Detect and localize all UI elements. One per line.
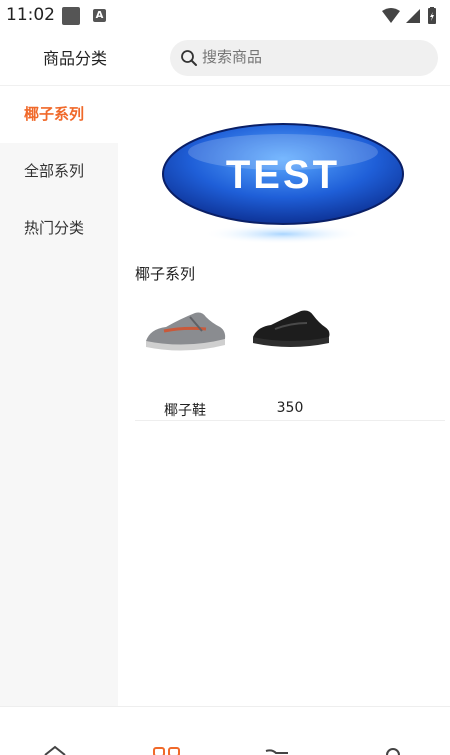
- sidebar-item-coconut-series[interactable]: 椰子系列: [0, 86, 118, 143]
- category-content: TEST 椰子系列 椰子鞋 350: [118, 86, 450, 706]
- category-sidebar: 椰子系列 全部系列 热门分类: [0, 86, 118, 706]
- product-name: 350: [276, 400, 304, 416]
- sneaker-grey-image: [146, 312, 226, 351]
- product-card[interactable]: 椰子鞋: [135, 301, 235, 419]
- search-input[interactable]: [202, 40, 422, 76]
- category-icon[interactable]: [152, 741, 182, 755]
- app-notification-icon: A: [93, 9, 106, 22]
- product-card[interactable]: 350: [240, 301, 340, 416]
- user-icon[interactable]: [378, 741, 408, 755]
- cart-icon[interactable]: [262, 741, 292, 755]
- sneaker-black-image: [253, 310, 330, 347]
- search-icon: [181, 50, 197, 66]
- section-title: 椰子系列: [135, 265, 196, 283]
- bottom-tab-bar: [0, 706, 450, 755]
- notification-icon: [62, 7, 80, 25]
- sidebar-item-hot-categories[interactable]: 热门分类: [0, 200, 118, 257]
- product-name: 椰子鞋: [164, 403, 206, 419]
- header: 商品分类: [0, 32, 450, 86]
- status-time: 11:02: [6, 5, 55, 25]
- sidebar-item-all-series[interactable]: 全部系列: [0, 143, 118, 200]
- banner-text: TEST: [226, 153, 340, 197]
- product-section: 椰子系列 椰子鞋 350: [135, 251, 445, 421]
- banner-image[interactable]: TEST: [135, 116, 445, 251]
- page-title: 商品分类: [42, 49, 107, 68]
- status-bar: 11:02 A: [0, 0, 450, 32]
- home-icon[interactable]: [40, 741, 70, 755]
- search-bar[interactable]: [170, 40, 438, 76]
- signal-battery-icon: [382, 7, 436, 24]
